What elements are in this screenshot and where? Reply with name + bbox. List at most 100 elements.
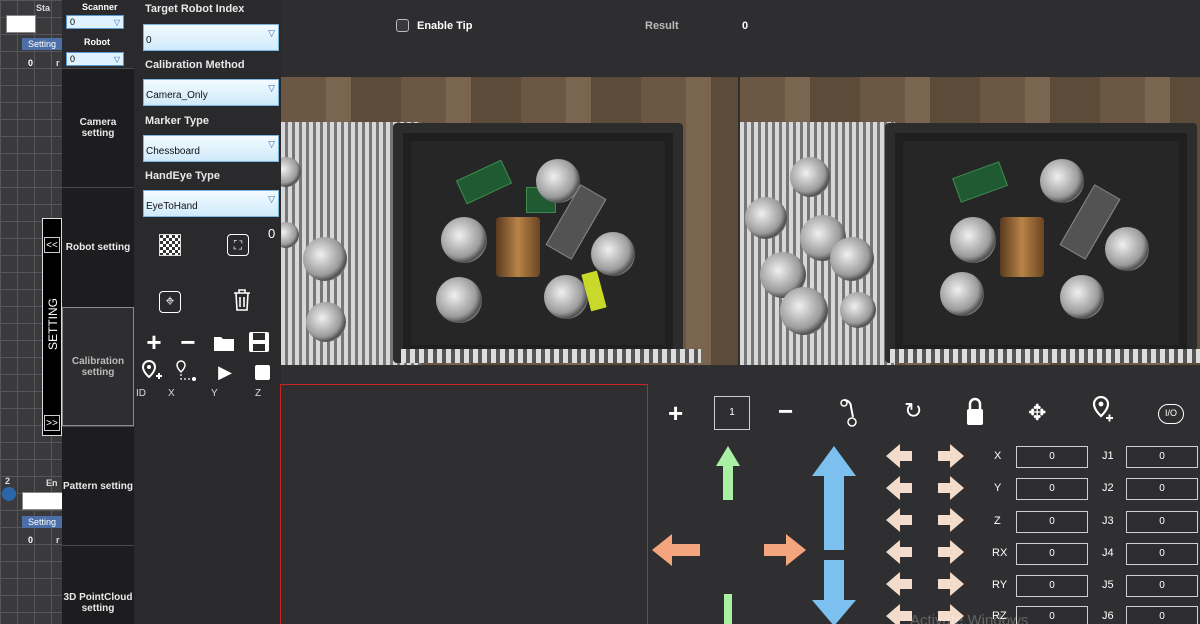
rotate-minus-arrow[interactable] xyxy=(886,572,912,596)
settings-nav: Scanner 0 ▽ Robot 0 ▽ Camera setting Robot… xyxy=(62,0,134,624)
camera-image-right[interactable] xyxy=(740,77,1200,365)
value-ry[interactable]: 0 xyxy=(1016,575,1088,597)
rotate-plus-arrow[interactable] xyxy=(938,444,964,468)
value-x[interactable]: 0 xyxy=(1016,446,1088,468)
value-j3[interactable]: 0 xyxy=(1126,511,1198,533)
top-setting-strip[interactable]: Setting xyxy=(22,38,62,50)
remove-icon[interactable]: − xyxy=(177,327,199,357)
z-minus-arrow[interactable] xyxy=(812,560,856,624)
chevron-down-icon: ▽ xyxy=(268,83,275,93)
refresh-icon[interactable]: ↻ xyxy=(904,398,922,424)
can-object xyxy=(436,277,482,323)
bottom-setting-strip[interactable]: Setting xyxy=(22,516,62,528)
axis-label-j6: J6 xyxy=(1102,610,1114,622)
nav-calibration-setting[interactable]: Calibration setting xyxy=(62,307,134,426)
enable-tip-checkbox[interactable] xyxy=(396,19,409,32)
enable-tip-label: Enable Tip xyxy=(417,20,473,32)
fullscreen-icon[interactable]: ⛶ xyxy=(227,234,249,256)
rotate-minus-arrow[interactable] xyxy=(886,604,912,624)
step-increase-button[interactable]: + xyxy=(668,398,683,429)
expand-button[interactable]: >> xyxy=(44,415,60,431)
y-plus-arrow[interactable] xyxy=(716,446,740,500)
robot-arm-icon[interactable] xyxy=(838,398,858,434)
can-object xyxy=(303,237,347,281)
value-j5[interactable]: 0 xyxy=(1126,575,1198,597)
top-suffix: r xyxy=(56,58,60,68)
value-j2[interactable]: 0 xyxy=(1126,478,1198,500)
value-j4[interactable]: 0 xyxy=(1126,543,1198,565)
top-status-box xyxy=(6,15,36,33)
setting-side-tab: << SETTING >> xyxy=(42,218,62,436)
add-icon[interactable]: + xyxy=(143,327,165,357)
y-minus-arrow[interactable] xyxy=(724,594,732,624)
can-object xyxy=(830,237,874,281)
value-j6[interactable]: 0 xyxy=(1126,606,1198,624)
handeye-type-label: HandEye Type xyxy=(145,170,220,182)
rotate-minus-arrow[interactable] xyxy=(886,540,912,564)
marker-type-label: Marker Type xyxy=(145,115,209,127)
add-waypoint-icon[interactable] xyxy=(1092,395,1114,430)
x-plus-arrow[interactable] xyxy=(764,534,806,566)
value-rx[interactable]: 0 xyxy=(1016,543,1088,565)
can-object xyxy=(591,232,635,276)
nav-robot-setting[interactable]: Robot setting xyxy=(62,187,134,307)
play-icon[interactable]: ▶ xyxy=(214,361,236,383)
selector-group: Scanner 0 ▽ Robot 0 ▽ xyxy=(62,0,134,68)
nav-pointcloud-setting[interactable]: 3D PointCloud setting xyxy=(62,545,134,624)
z-plus-arrow[interactable] xyxy=(812,446,856,550)
add-point-icon[interactable] xyxy=(141,360,163,382)
step-decrease-button[interactable]: − xyxy=(778,396,793,427)
col-header-z: Z xyxy=(255,388,262,399)
stop-icon[interactable] xyxy=(251,361,273,383)
col-header-y: Y xyxy=(211,388,218,399)
folder-icon[interactable] xyxy=(213,332,235,354)
x-minus-arrow[interactable] xyxy=(652,534,700,566)
value-j1[interactable]: 0 xyxy=(1126,446,1198,468)
io-button[interactable]: I/O xyxy=(1158,404,1184,424)
direction-pad xyxy=(652,446,856,624)
crosshair-icon[interactable]: ⌖ xyxy=(159,291,181,313)
rotate-plus-arrow[interactable] xyxy=(938,572,964,596)
rotate-plus-arrow[interactable] xyxy=(938,508,964,532)
handeye-type-select[interactable]: EyeToHand ▽ xyxy=(143,190,279,217)
move-icon[interactable]: ✥ xyxy=(1028,400,1046,426)
axis-label-x: X xyxy=(994,450,1002,462)
axis-label-ry: RY xyxy=(992,579,1008,591)
col-header-id: ID xyxy=(136,388,146,399)
target-robot-select[interactable]: 0 ▽ xyxy=(143,24,279,51)
nav-pattern-setting[interactable]: Pattern setting xyxy=(62,426,134,545)
can-object xyxy=(780,287,828,335)
camera-image-left[interactable] xyxy=(281,77,738,365)
collapse-button[interactable]: << xyxy=(44,237,60,253)
selected-viewport[interactable] xyxy=(280,384,648,624)
save-icon[interactable] xyxy=(248,331,270,353)
rotate-minus-arrow[interactable] xyxy=(886,508,912,532)
scanner-select[interactable]: 0 ▽ xyxy=(66,15,124,29)
step-input[interactable]: 1 xyxy=(714,396,750,430)
target-robot-label: Target Robot Index xyxy=(145,3,245,15)
calibration-method-select[interactable]: Camera_Only ▽ xyxy=(143,79,279,106)
rack-edge xyxy=(401,349,701,363)
chessboard-icon[interactable] xyxy=(159,234,181,256)
can-object xyxy=(840,292,876,328)
robot-select[interactable]: 0 ▽ xyxy=(66,52,124,66)
rotate-plus-arrow[interactable] xyxy=(938,476,964,500)
axis-label-z: Z xyxy=(994,515,1001,527)
can-object xyxy=(790,157,830,197)
lock-icon[interactable] xyxy=(966,396,984,432)
path-point-icon[interactable] xyxy=(175,360,197,382)
nav-camera-setting[interactable]: Camera setting xyxy=(62,68,134,187)
rotation-arrows xyxy=(886,444,964,624)
header-bar: Enable Tip Result 0 xyxy=(281,0,1200,77)
rotate-plus-arrow[interactable] xyxy=(938,540,964,564)
rotate-minus-arrow[interactable] xyxy=(886,476,912,500)
axis-label-j1: J1 xyxy=(1102,450,1114,462)
value-y[interactable]: 0 xyxy=(1016,478,1088,500)
can-object xyxy=(950,217,996,263)
col-header-x: X xyxy=(168,388,175,399)
can-object xyxy=(745,197,787,239)
value-z[interactable]: 0 xyxy=(1016,511,1088,533)
trash-icon[interactable] xyxy=(231,289,253,311)
rotate-minus-arrow[interactable] xyxy=(886,444,912,468)
marker-type-select[interactable]: Chessboard ▽ xyxy=(143,135,279,162)
